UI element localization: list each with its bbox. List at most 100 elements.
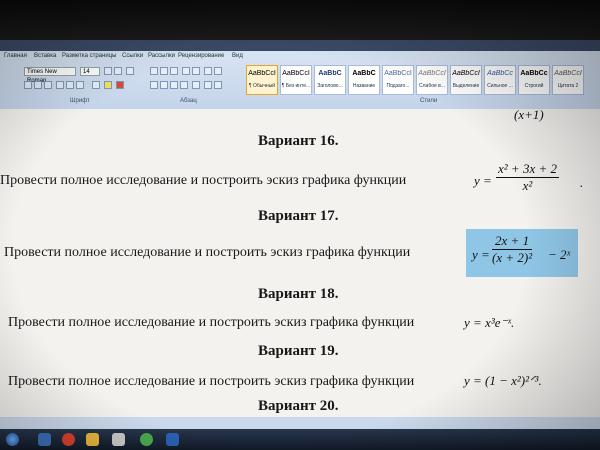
style-no-spacing[interactable]: AaBbCcI ¶ Без инте... xyxy=(280,65,312,95)
underline-icon[interactable] xyxy=(44,81,52,89)
font-name-select[interactable]: Times New Roman xyxy=(24,67,76,84)
style-subtle-emphasis[interactable]: AaBbCcI Слабое в... xyxy=(416,65,448,95)
formula-lhs: y = xyxy=(472,247,490,262)
media-icon[interactable] xyxy=(112,433,125,446)
tab-home[interactable]: Главная xyxy=(4,53,27,59)
formula-18: y = x³e⁻ˣ. xyxy=(464,315,515,330)
align-left-icon[interactable] xyxy=(150,81,158,89)
style-name: Цитата 2 xyxy=(557,83,579,89)
numerator: x² + 3x + 2 xyxy=(496,161,559,178)
tab-review[interactable]: Рецензирование xyxy=(178,53,224,59)
tab-insert[interactable]: Вставка xyxy=(34,53,56,59)
task-text: Провести полное исследование и построить… xyxy=(0,173,407,188)
selected-formula-17[interactable]: y = 2x + 1 (x + 2)² − 2ˣ xyxy=(466,229,578,277)
task-text: Провести полное исследование и построить… xyxy=(8,315,415,330)
group-label-font: Шрифт xyxy=(70,98,90,104)
subscript-icon[interactable] xyxy=(66,81,74,89)
style-name: ¶ Без инте... xyxy=(281,83,311,89)
sort-icon[interactable] xyxy=(204,67,212,75)
style-sample: AaBbCcI xyxy=(384,70,412,77)
shading-icon[interactable] xyxy=(204,81,212,89)
start-icon[interactable] xyxy=(6,433,19,446)
denominator: x² xyxy=(522,178,533,193)
text-effects-icon[interactable] xyxy=(92,81,100,89)
tab-view[interactable]: Вид xyxy=(232,53,243,59)
increase-indent-icon[interactable] xyxy=(192,67,200,75)
style-name: Название xyxy=(352,83,376,89)
style-heading1[interactable]: AaBbC Заголово... xyxy=(314,65,346,95)
font-color-icon[interactable] xyxy=(116,81,124,89)
tab-references[interactable]: Ссылки xyxy=(122,53,143,59)
partial-formula: (x+1) xyxy=(514,109,544,122)
variant-heading: Вариант 16. xyxy=(258,133,339,149)
tab-mailings[interactable]: Рассылки xyxy=(148,53,175,59)
decrease-indent-icon[interactable] xyxy=(182,67,190,75)
style-name: Выделение xyxy=(452,83,480,89)
denominator: (x + 2)² xyxy=(492,250,533,265)
numbering-icon[interactable] xyxy=(160,67,168,75)
window-titlebar xyxy=(0,40,600,51)
shrink-font-icon[interactable] xyxy=(114,67,122,75)
group-label-styles: Стили xyxy=(420,98,438,104)
style-name: Сильное ... xyxy=(487,83,513,89)
variant-heading: Вариант 19. xyxy=(258,343,339,359)
style-sample: AaBbC xyxy=(352,70,376,77)
style-title[interactable]: AaBbC Название xyxy=(348,65,380,95)
align-right-icon[interactable] xyxy=(170,81,178,89)
style-emphasis[interactable]: AaBbCcI Выделение xyxy=(450,65,482,95)
ribbon-tabs: Главная Вставка Разметка страницы Ссылки… xyxy=(0,51,600,61)
style-quote2[interactable]: AaBbCcI Цитата 2 xyxy=(552,65,584,95)
tab-page-layout[interactable]: Разметка страницы xyxy=(62,53,116,59)
bold-icon[interactable] xyxy=(24,81,32,89)
bullets-icon[interactable] xyxy=(150,67,158,75)
style-strong[interactable]: AaBbCc Строгий xyxy=(518,65,550,95)
style-name: Подзаго... xyxy=(386,83,410,89)
word-icon[interactable] xyxy=(166,433,179,446)
style-sample: AaBbCcI xyxy=(248,70,276,77)
style-name: Слабое в... xyxy=(419,83,445,89)
formula-tail: . xyxy=(580,175,584,190)
formula-19: y = (1 − x²)²ᐟ³. xyxy=(464,373,542,388)
borders-icon[interactable] xyxy=(214,81,222,89)
task-text: Провести полное исследование и построить… xyxy=(8,374,415,389)
grow-font-icon[interactable] xyxy=(104,67,112,75)
folder-icon[interactable] xyxy=(86,433,99,446)
skype-icon[interactable] xyxy=(140,433,153,446)
superscript-icon[interactable] xyxy=(76,81,84,89)
group-label-paragraph: Абзац xyxy=(180,98,197,104)
style-name: Строгий xyxy=(524,83,544,89)
multilevel-list-icon[interactable] xyxy=(170,67,178,75)
italic-icon[interactable] xyxy=(34,81,42,89)
show-marks-icon[interactable] xyxy=(214,67,222,75)
formula-lhs: y = xyxy=(474,173,492,188)
formula-tail: − 2ˣ xyxy=(548,247,571,262)
status-bar xyxy=(0,417,600,429)
ribbon: Главная Вставка Разметка страницы Ссылки… xyxy=(0,51,600,110)
variant-heading: Вариант 20. xyxy=(258,398,339,414)
opera-icon[interactable] xyxy=(62,433,75,446)
highlight-color-icon[interactable] xyxy=(104,81,112,89)
taskbar xyxy=(0,429,600,450)
justify-icon[interactable] xyxy=(180,81,188,89)
task-text: Провести полное исследование и построить… xyxy=(4,245,411,260)
style-sample: AaBbCcI xyxy=(282,70,310,77)
style-sample: AaBbCcI xyxy=(452,70,480,77)
style-name: Заголово... xyxy=(317,83,343,89)
style-subtitle[interactable]: AaBbCcI Подзаго... xyxy=(382,65,414,95)
variant-heading: Вариант 17. xyxy=(258,208,339,224)
strikethrough-icon[interactable] xyxy=(56,81,64,89)
line-spacing-icon[interactable] xyxy=(192,81,200,89)
align-center-icon[interactable] xyxy=(160,81,168,89)
fraction: 2x + 1 (x + 2)² xyxy=(492,233,533,266)
document-page[interactable]: (x+1) Вариант 16. Провести полное исслед… xyxy=(0,109,600,417)
browser-icon[interactable] xyxy=(38,433,51,446)
clear-format-icon[interactable] xyxy=(126,67,134,75)
style-intense-emphasis[interactable]: AaBbCc Сильное ... xyxy=(484,65,516,95)
numerator: 2x + 1 xyxy=(492,233,533,250)
style-sample: AaBbCcI xyxy=(554,70,582,77)
style-normal[interactable]: AaBbCcI ¶ Обычный xyxy=(246,65,278,95)
style-sample: AaBbCc xyxy=(487,70,513,77)
fraction: x² + 3x + 2 x² xyxy=(496,161,559,194)
font-size-select[interactable]: 14 xyxy=(80,67,100,76)
style-name: ¶ Обычный xyxy=(248,83,276,89)
